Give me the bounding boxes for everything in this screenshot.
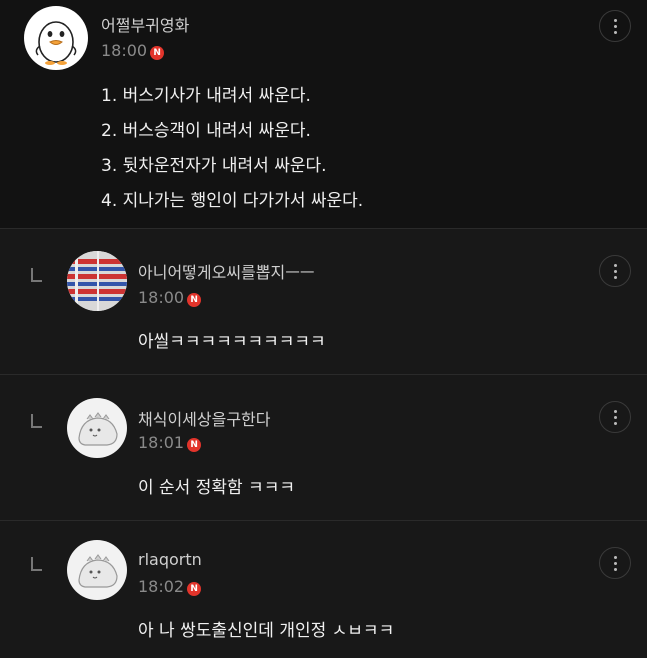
timestamp-text: 18:00 — [101, 41, 148, 60]
more-vertical-icon — [613, 269, 617, 273]
timestamp: 18:02 N — [138, 577, 202, 596]
comment-body: 아 나 쌍도출신인데 개인정 ㅅㅂㅋㅋ — [138, 621, 395, 641]
reply-comment: 아니어떻게오씨를뽑지ㅡㅡ 18:00 N 아씰ㅋㅋㅋㅋㅋㅋㅋㅋㅋㅋ — [0, 228, 647, 374]
new-badge: N — [187, 438, 202, 452]
more-vertical-icon — [613, 555, 617, 559]
timestamp: 18:00 N — [101, 41, 165, 60]
comment-line: 4. 지나가는 행인이 다가가서 싸운다. — [101, 191, 364, 211]
comment-line: 3. 뒷차운전자가 내려서 싸운다. — [101, 156, 327, 176]
more-vertical-icon — [613, 18, 617, 22]
more-vertical-icon — [613, 30, 617, 34]
more-options-button[interactable] — [599, 10, 631, 42]
more-vertical-icon — [613, 415, 617, 419]
more-vertical-icon — [613, 24, 617, 28]
comment-line: 2. 버스승객이 내려서 싸운다. — [101, 121, 311, 141]
reply-comment: 채식이세상을구한다 18:01 N 이 순서 정확함 ㅋㅋㅋ — [0, 374, 647, 520]
dino-avatar[interactable] — [67, 398, 127, 458]
author-name[interactable]: 채식이세상을구한다 — [138, 406, 270, 430]
new-badge: N — [150, 46, 165, 60]
timestamp-text: 18:00 — [138, 288, 185, 307]
reply-arrow-icon — [31, 414, 42, 428]
more-vertical-icon — [613, 567, 617, 571]
timestamp-text: 18:02 — [138, 577, 185, 596]
timestamp: 18:01 N — [138, 433, 202, 452]
author-name[interactable]: rlaqortn — [138, 550, 202, 569]
new-badge: N — [187, 293, 202, 307]
duck-avatar[interactable] — [24, 6, 88, 70]
comment-line: 1. 버스기사가 내려서 싸운다. — [101, 86, 311, 106]
more-vertical-icon — [613, 275, 617, 279]
author-name[interactable]: 어쩔부귀영화 — [101, 12, 189, 36]
reply-arrow-icon — [31, 557, 42, 571]
comment-body: 1. 버스기사가 내려서 싸운다. 2. 버스승객이 내려서 싸운다. 3. 뒷… — [101, 79, 363, 219]
avatar[interactable] — [67, 251, 127, 311]
more-vertical-icon — [613, 561, 617, 565]
comment-body: 아씰ㅋㅋㅋㅋㅋㅋㅋㅋㅋㅋ — [138, 332, 326, 352]
more-vertical-icon — [613, 421, 617, 425]
main-comment: 어쩔부귀영화 18:00 N 1. 버스기사가 내려서 싸운다. 2. 버스승객이… — [0, 0, 647, 227]
more-vertical-icon — [613, 409, 617, 413]
dino-avatar[interactable] — [67, 540, 127, 600]
more-options-button[interactable] — [599, 547, 631, 579]
author-name[interactable]: 아니어떻게오씨를뽑지ㅡㅡ — [138, 259, 315, 283]
more-vertical-icon — [613, 263, 617, 267]
timestamp-text: 18:01 — [138, 433, 185, 452]
timestamp: 18:00 N — [138, 288, 202, 307]
reply-arrow-icon — [31, 268, 42, 282]
reply-comment: rlaqortn 18:02 N 아 나 쌍도출신인데 개인정 ㅅㅂㅋㅋ — [0, 520, 647, 658]
comment-body: 이 순서 정확함 ㅋㅋㅋ — [138, 478, 295, 498]
more-options-button[interactable] — [599, 401, 631, 433]
new-badge: N — [187, 582, 202, 596]
more-options-button[interactable] — [599, 255, 631, 287]
